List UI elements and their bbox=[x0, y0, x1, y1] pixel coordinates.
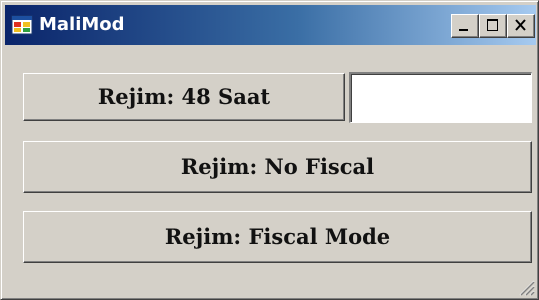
resize-grip-icon[interactable] bbox=[517, 278, 535, 296]
application-icon[interactable] bbox=[11, 14, 33, 36]
value-input[interactable] bbox=[349, 72, 532, 123]
malimod-window: MaliMod Rejim: 48 Saat Rejim: No Fiscal … bbox=[0, 0, 539, 300]
fiscal-mode-button[interactable]: Rejim: Fiscal Mode bbox=[23, 211, 532, 263]
title-bar[interactable]: MaliMod bbox=[5, 5, 536, 45]
close-button[interactable] bbox=[507, 14, 535, 38]
maximize-icon bbox=[487, 19, 498, 31]
minimize-icon bbox=[459, 29, 468, 31]
no-fiscal-button[interactable]: Rejim: No Fiscal bbox=[23, 141, 532, 193]
window-title: MaliMod bbox=[39, 14, 125, 35]
close-icon bbox=[515, 19, 526, 31]
maximize-button[interactable] bbox=[479, 14, 507, 38]
minimize-button[interactable] bbox=[451, 14, 479, 38]
mode-48-saat-button[interactable]: Rejim: 48 Saat bbox=[23, 73, 345, 121]
